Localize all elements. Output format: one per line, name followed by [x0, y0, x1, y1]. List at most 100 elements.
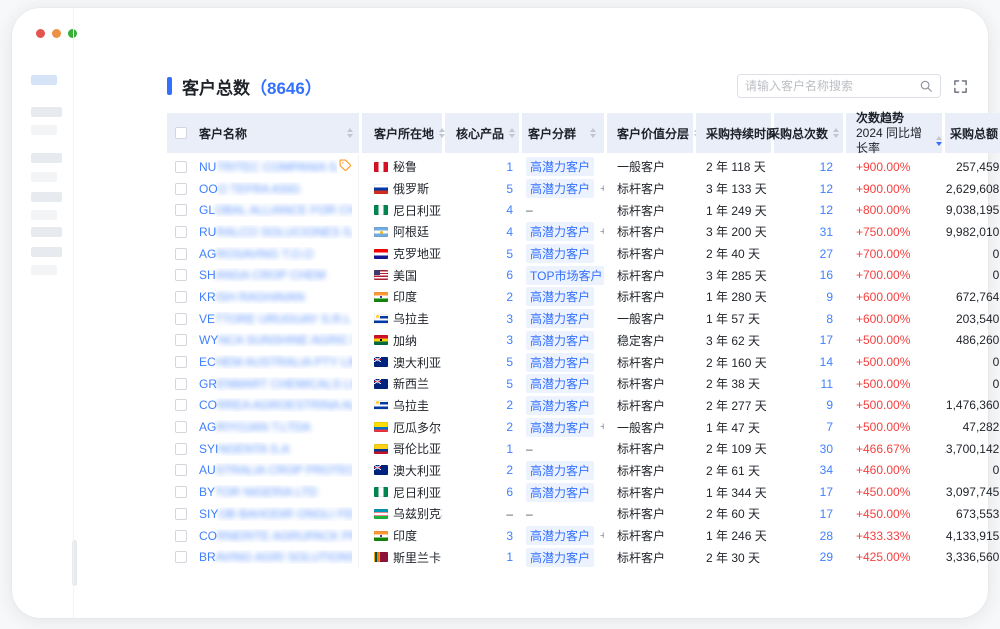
core-products-count[interactable]: 4 — [506, 203, 513, 217]
customer-name-link[interactable]: BRAVING AGRI SOLUTIONS PVTLTD — [199, 550, 352, 564]
search-icon[interactable] — [919, 79, 933, 93]
row-checkbox[interactable] — [175, 356, 187, 368]
sidebar-item[interactable] — [31, 107, 62, 117]
segment-tag[interactable]: 高潜力客户 — [526, 222, 594, 241]
total-count-link[interactable]: 34 — [820, 463, 833, 477]
segment-tag[interactable]: 高潜力客户 — [526, 331, 594, 350]
row-checkbox[interactable] — [175, 334, 187, 346]
row-checkbox[interactable] — [175, 443, 187, 455]
customer-name-link[interactable]: SIYOB BAHODIR ONGLI FERMERX... — [199, 507, 352, 521]
row-checkbox[interactable] — [175, 226, 187, 238]
total-count-link[interactable]: 16 — [820, 268, 833, 282]
core-products-count[interactable]: 6 — [506, 485, 513, 499]
segment-tag[interactable]: 高潜力客户 — [526, 287, 594, 306]
core-products-count[interactable]: 3 — [506, 312, 513, 326]
segment-tag[interactable]: 高潜力客户 — [526, 526, 594, 545]
total-count-link[interactable]: 11 — [821, 377, 833, 391]
row-checkbox[interactable] — [175, 248, 187, 260]
segment-tag[interactable]: 高潜力客户 — [526, 483, 594, 502]
sidebar-item[interactable] — [31, 265, 57, 275]
total-count-link[interactable]: 27 — [820, 247, 833, 261]
sort-icon-active[interactable] — [936, 136, 942, 146]
segment-tag[interactable]: TOP市场客户 — [526, 266, 604, 285]
tag-icon[interactable] — [339, 159, 352, 175]
segment-tag[interactable]: 高潜力客户 — [526, 353, 594, 372]
customer-name-link[interactable]: ECHEM AUSTRALIA PTY LIMITED — [199, 355, 352, 369]
core-products-count[interactable]: 1 — [506, 442, 513, 456]
sidebar-item[interactable] — [31, 227, 62, 237]
total-count-link[interactable]: 17 — [820, 333, 833, 347]
row-checkbox[interactable] — [175, 421, 187, 433]
row-checkbox[interactable] — [175, 161, 187, 173]
search-box[interactable] — [737, 74, 941, 98]
total-count-link[interactable]: 12 — [820, 203, 833, 217]
sidebar-item[interactable] — [31, 125, 57, 135]
core-products-count[interactable]: 2 — [506, 290, 513, 304]
customer-name-link[interactable]: BYTOR NIGERIA LTD — [199, 485, 352, 499]
total-count-link[interactable]: 8 — [826, 312, 833, 326]
sort-icon[interactable] — [833, 128, 839, 138]
core-products-count[interactable]: 2 — [506, 398, 513, 412]
customer-name-link[interactable]: SYINGENTA S.A — [199, 442, 352, 456]
segment-tag[interactable]: 高潜力客户 — [526, 244, 594, 263]
row-checkbox[interactable] — [175, 183, 187, 195]
core-products-count[interactable]: 3 — [506, 333, 513, 347]
segment-tag[interactable]: 高潜力客户 — [526, 157, 594, 176]
row-checkbox[interactable] — [175, 269, 187, 281]
customer-name-link[interactable]: SHANGA CROP CHEM — [199, 268, 352, 282]
select-all-checkbox[interactable] — [175, 127, 187, 139]
core-products-count[interactable]: 6 — [506, 268, 513, 282]
fullscreen-icon[interactable] — [953, 79, 968, 94]
sidebar-item[interactable] — [31, 75, 57, 85]
sidebar-item[interactable] — [31, 210, 57, 220]
customer-name-link[interactable]: KRISH RAGHAVAN — [199, 290, 352, 304]
core-products-count[interactable]: 5 — [506, 247, 513, 261]
customer-name-link[interactable]: GLOBAL ALLIANCE FOR CHEMICA... — [199, 203, 352, 217]
core-products-count[interactable]: 5 — [506, 355, 513, 369]
segment-tag[interactable]: 高潜力客户 — [526, 548, 594, 567]
sidebar-item[interactable] — [31, 172, 57, 182]
customer-name-link[interactable]: VETTORE URUGUAY S.R.L — [199, 312, 352, 326]
total-count-link[interactable]: 17 — [820, 485, 833, 499]
total-count-link[interactable]: 12 — [820, 182, 833, 196]
total-count-link[interactable]: 12 — [820, 160, 833, 174]
row-checkbox[interactable] — [175, 204, 187, 216]
sort-icon[interactable] — [509, 128, 515, 138]
core-products-count[interactable]: 4 — [506, 225, 513, 239]
segment-tag[interactable]: 高潜力客户 — [526, 309, 594, 328]
sidebar-item[interactable] — [31, 247, 62, 257]
customer-name-link[interactable]: AGRIYOJAN T.LTDA — [199, 420, 352, 434]
sidebar-item[interactable] — [31, 153, 62, 163]
customer-name-link[interactable]: CORREA AGROESTRINA AL LABIOR... — [199, 398, 352, 412]
row-checkbox[interactable] — [175, 291, 187, 303]
row-checkbox[interactable] — [175, 378, 187, 390]
customer-name-link[interactable]: CORNERITE AGRUPACK PRIVATEE ... — [199, 529, 352, 543]
row-checkbox[interactable] — [175, 313, 187, 325]
segment-tag[interactable]: 高潜力客户 — [526, 461, 594, 480]
sort-icon[interactable] — [590, 128, 596, 138]
customer-name-link[interactable]: OOO TEFRA ASIG — [199, 182, 352, 196]
search-input[interactable] — [745, 79, 919, 93]
row-checkbox[interactable] — [175, 486, 187, 498]
total-count-link[interactable]: 14 — [820, 355, 833, 369]
customer-name-link[interactable]: NUTRITEC COMPANIA S.A.C — [199, 160, 337, 174]
row-checkbox[interactable] — [175, 399, 187, 411]
sort-icon[interactable] — [347, 128, 353, 138]
core-products-count[interactable]: 1 — [506, 160, 513, 174]
core-products-count[interactable]: 2 — [506, 463, 513, 477]
total-count-link[interactable]: 29 — [820, 550, 833, 564]
total-count-link[interactable]: 30 — [820, 442, 833, 456]
total-count-link[interactable]: 9 — [826, 398, 833, 412]
segment-tag[interactable]: 高潜力客户 — [526, 418, 594, 437]
row-checkbox[interactable] — [175, 508, 187, 520]
customer-name-link[interactable]: WYNCA SUNSHINE AGRIC PRODU... — [199, 333, 352, 347]
row-checkbox[interactable] — [175, 530, 187, 542]
row-checkbox[interactable] — [175, 464, 187, 476]
total-count-link[interactable]: 17 — [820, 507, 833, 521]
total-count-link[interactable]: 9 — [826, 290, 833, 304]
core-products-count[interactable]: 3 — [506, 529, 513, 543]
customer-name-link[interactable]: AGROSAVING T.O.O — [199, 247, 352, 261]
core-products-count[interactable]: 2 — [506, 420, 513, 434]
core-products-count[interactable]: 5 — [506, 182, 513, 196]
segment-tag[interactable]: 高潜力客户 — [526, 396, 594, 415]
